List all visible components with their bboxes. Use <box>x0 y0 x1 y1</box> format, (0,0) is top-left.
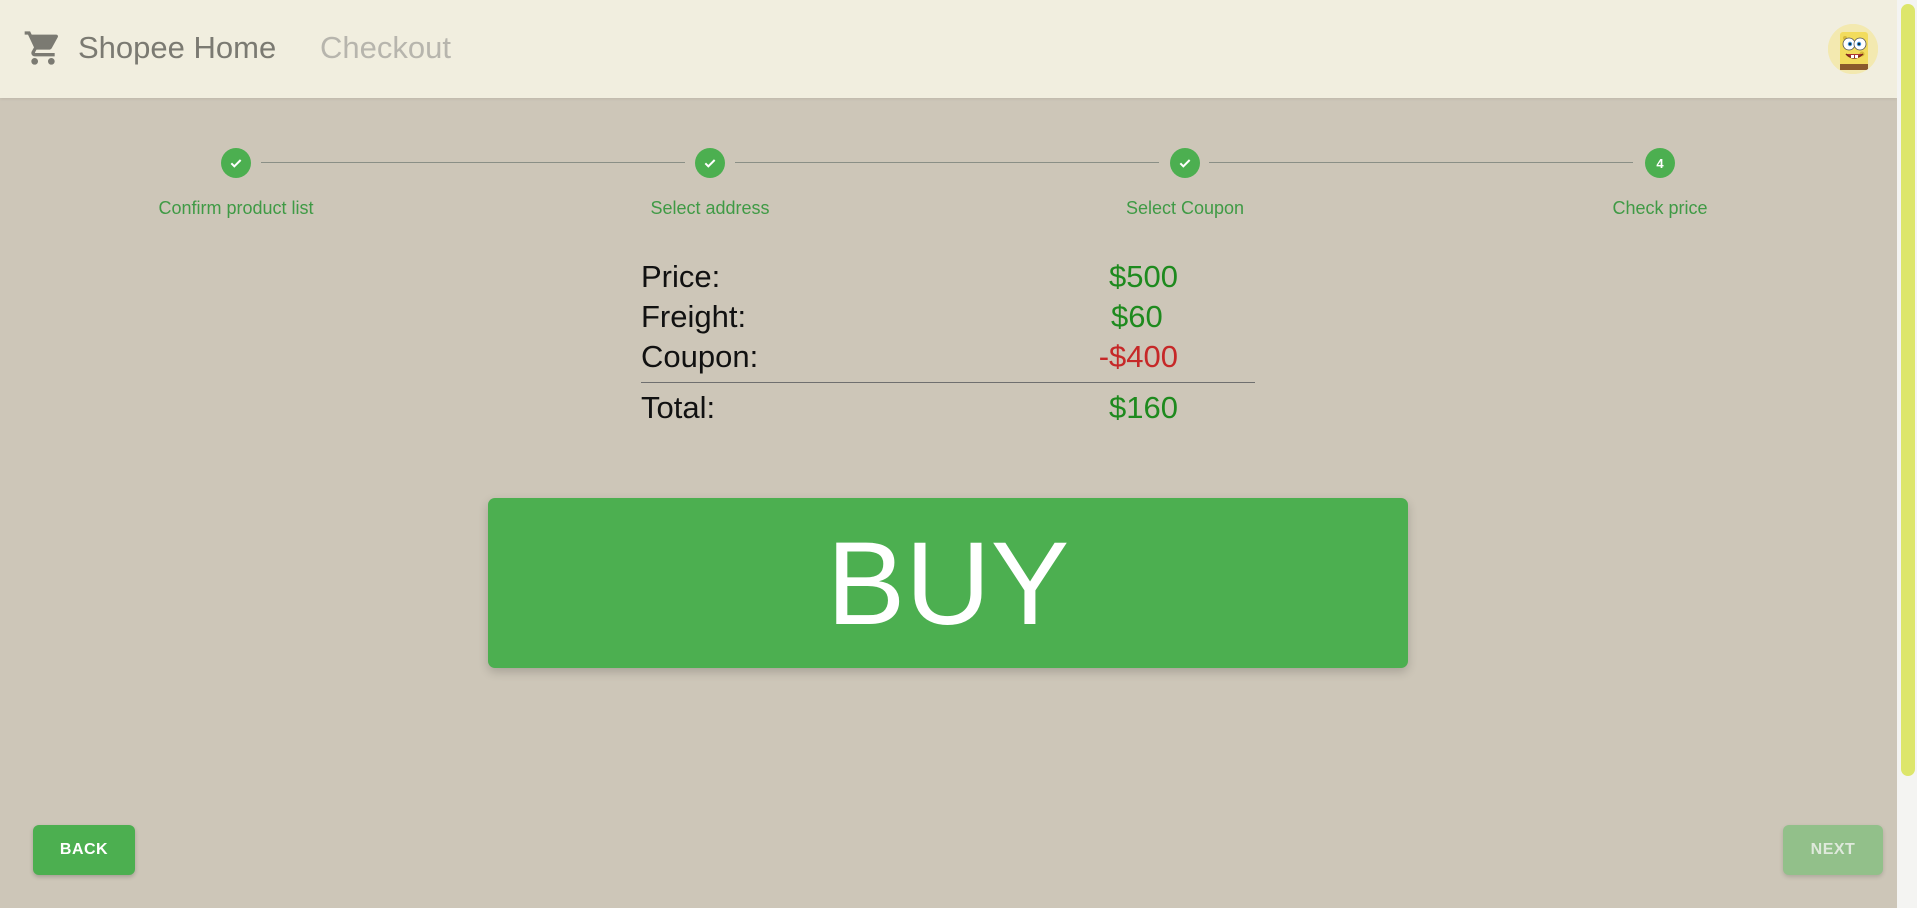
buy-button[interactable]: BUY <box>488 498 1408 668</box>
sponge-avatar-icon <box>1828 24 1878 74</box>
app-bar: Shopee Home Checkout <box>0 0 1897 98</box>
freight-value: $60 <box>1111 299 1163 334</box>
nav-checkout-link[interactable]: Checkout <box>320 28 451 68</box>
brand-home-link[interactable]: Shopee Home <box>78 28 276 68</box>
scrollbar-thumb[interactable] <box>1901 4 1915 776</box>
price-label: Price: <box>641 259 721 294</box>
step-3-label: Select Coupon <box>1125 198 1245 218</box>
step-3-check-icon <box>1170 148 1200 178</box>
step-connector <box>735 162 1159 163</box>
shopping-cart-icon[interactable] <box>23 28 63 68</box>
freight-label: Freight: <box>641 299 747 334</box>
step-2-label: Select address <box>650 198 770 218</box>
total-value: $160 <box>1109 390 1178 425</box>
coupon-value: -$400 <box>1098 339 1178 374</box>
next-button[interactable]: NEXT <box>1783 825 1883 875</box>
price-value: $500 <box>1109 259 1178 294</box>
step-connector <box>1209 162 1633 163</box>
step-4-label: Check price <box>1612 198 1708 218</box>
step-connector <box>261 162 685 163</box>
summary-divider <box>641 382 1255 383</box>
user-avatar[interactable] <box>1828 24 1878 74</box>
coupon-label: Coupon: <box>641 339 759 374</box>
step-4-number: 4 <box>1645 148 1675 178</box>
step-1-label: Confirm product list <box>158 198 314 218</box>
step-2-check-icon <box>695 148 725 178</box>
back-button[interactable]: BACK <box>33 825 135 875</box>
step-1-check-icon <box>221 148 251 178</box>
total-label: Total: <box>641 390 716 425</box>
